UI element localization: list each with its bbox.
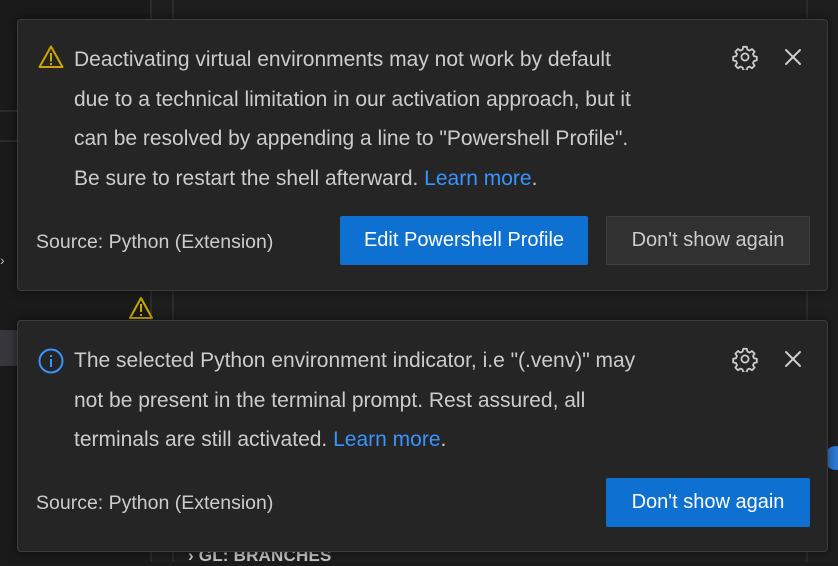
warning-icon [129,297,153,319]
notification-toast-info: The selected Python environment indicato… [17,320,828,552]
info-icon [38,348,64,374]
gear-icon [732,347,758,372]
notification-message: Deactivating virtual environments may no… [74,40,714,198]
message-text: Deactivating virtual environments may no… [74,48,631,190]
notification-message: The selected Python environment indicato… [74,341,714,460]
learn-more-link[interactable]: Learn more [333,428,440,451]
close-notification-button[interactable] [778,42,808,72]
selected-row [0,330,18,366]
notification-toast-warning: Deactivating virtual environments may no… [17,19,828,291]
dont-show-again-button[interactable]: Don't show again [606,478,810,527]
message-trailing: . [531,166,538,190]
configure-notification-button[interactable] [730,344,760,374]
dont-show-again-button[interactable]: Don't show again [606,216,810,265]
warning-icon [38,45,64,68]
gear-icon [732,45,758,70]
edit-powershell-profile-button[interactable]: Edit Powershell Profile [340,216,588,265]
learn-more-link[interactable]: Learn more [424,167,531,190]
message-trailing: . [440,428,447,451]
notification-source: Source: Python (Extension) [36,492,274,514]
close-icon [785,351,801,367]
close-icon [785,49,801,65]
configure-notification-button[interactable] [730,42,760,72]
notification-source: Source: Python (Extension) [36,231,274,253]
close-notification-button[interactable] [778,344,808,374]
chevron-right-icon: › [0,252,5,268]
